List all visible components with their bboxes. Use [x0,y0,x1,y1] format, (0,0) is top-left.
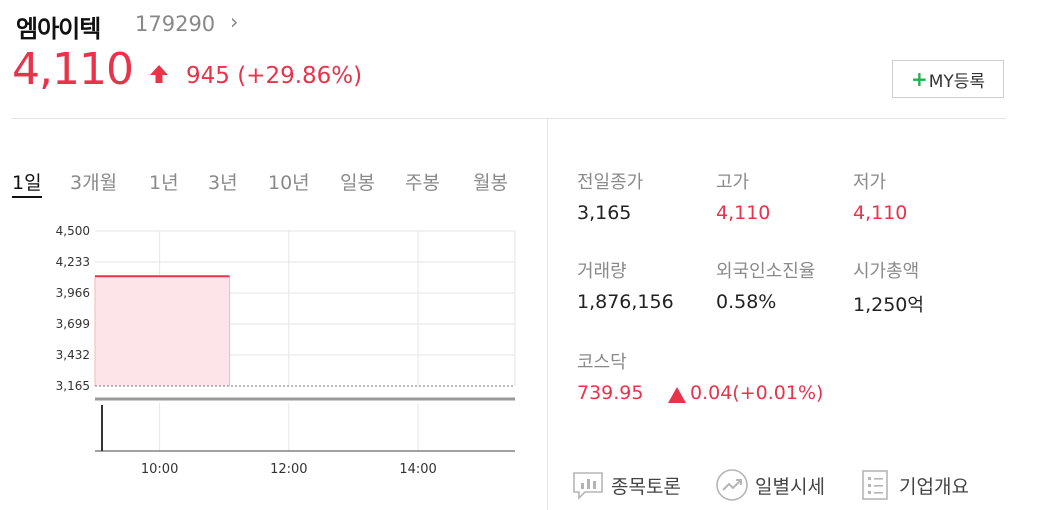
add-my-stock-button[interactable]: + MY등록 [892,60,1004,98]
stock-name: 엠아이텍 [16,15,101,43]
y-axis: 4,500 4,233 3,966 3,699 3,432 3,165 [56,224,90,393]
x-tick-label: 12:00 [270,462,307,477]
tab-weekly-candle[interactable]: 주봉 [405,168,440,195]
tab-1year[interactable]: 1년 [149,168,179,195]
arrow-up-icon [150,65,168,83]
triangle-up-icon [668,387,686,403]
stat-label-foreign-ratio: 외국인소진율 [716,261,816,282]
price-area-fill [95,276,230,386]
company-overview-link[interactable]: 기업개요 [859,468,969,502]
x-tick-label: 10:00 [141,462,178,477]
index-change: 0.04(+0.01%) [690,382,824,404]
y-tick-label: 3,699 [56,317,90,331]
current-price: 4,110 [12,44,134,95]
y-tick-label: 3,165 [56,379,90,393]
volume-panel [95,397,515,452]
chevron-right-icon[interactable]: › [230,10,238,34]
tab-monthly-candle[interactable]: 월봉 [473,168,508,195]
chat-bar-icon [573,472,603,500]
stat-value-high: 4,110 [716,202,771,224]
tab-3years[interactable]: 3년 [208,168,238,195]
index-label[interactable]: 코스닥 [577,348,627,374]
stock-code[interactable]: 179290 [135,12,215,36]
intraday-price-chart[interactable]: 4,500 4,233 3,966 3,699 3,432 3,165 10:00 12:0… [40,215,520,485]
daily-price-link[interactable]: 일별시세 [715,468,825,502]
stat-label-prev-close: 전일종가 [577,172,644,193]
market-cap-unit: 억 [907,295,924,316]
tab-daily-candle[interactable]: 일봉 [340,168,375,195]
index-value: 739.95 [577,382,644,404]
stat-value-foreign-ratio: 0.58% [716,291,777,313]
stat-value-low: 4,110 [853,202,908,224]
stat-label-market-cap: 시가총액 [853,261,920,282]
x-axis: 10:00 12:00 14:00 [141,462,437,477]
tab-10years[interactable]: 10년 [268,168,310,195]
discussion-link[interactable]: 종목토론 [571,468,681,502]
header-divider [12,118,1006,119]
stat-value-prev-close: 3,165 [577,202,632,224]
stat-label-volume: 거래량 [577,261,627,282]
plus-icon: + [910,67,928,91]
discussion-label: 종목토론 [611,475,681,498]
stat-label-low: 저가 [853,172,887,193]
stat-value-market-cap: 1,250억 [853,294,924,316]
x-tick-label: 14:00 [399,462,436,477]
tab-3months[interactable]: 3개월 [70,168,117,195]
y-tick-label: 4,233 [56,255,90,269]
trend-circle-icon [716,469,748,501]
daily-price-label: 일별시세 [755,475,825,498]
tab-1day[interactable]: 1일 [12,168,42,198]
y-tick-label: 4,500 [56,224,90,238]
list-doc-icon [862,470,888,500]
add-my-stock-label: MY등록 [928,71,986,92]
company-overview-label: 기업개요 [899,475,969,498]
y-tick-label: 3,966 [56,286,90,300]
price-change: 945 (+29.86%) [186,63,363,89]
y-tick-label: 3,432 [56,348,90,362]
panel-divider [547,119,548,510]
stat-value-volume: 1,876,156 [577,291,674,313]
stat-label-high: 고가 [716,172,750,193]
